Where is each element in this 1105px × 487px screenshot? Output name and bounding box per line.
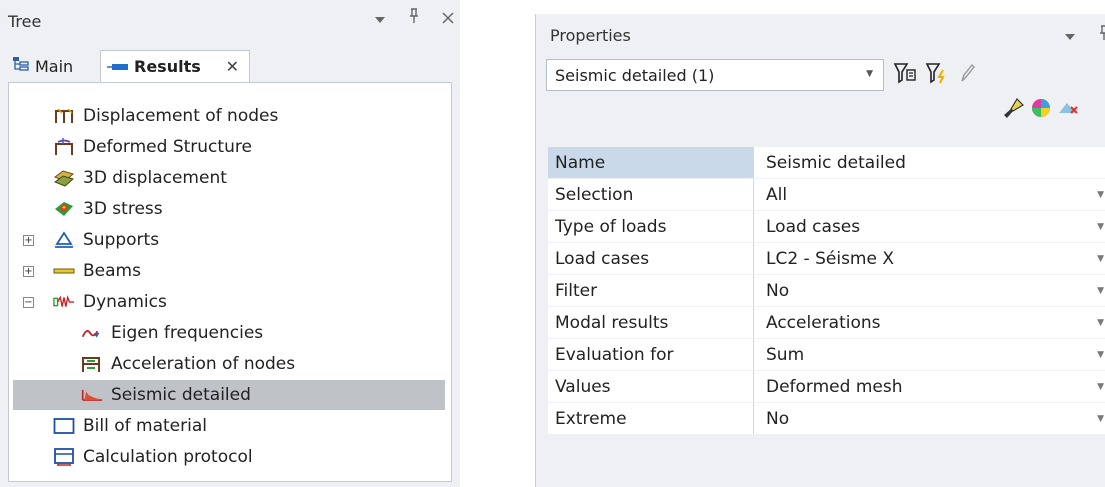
tab-main-label: Main — [35, 56, 74, 76]
tree-node-3d-stress[interactable]: 3D stress — [9, 194, 449, 224]
tree-node-dynamics[interactable]: − Dynamics — [9, 287, 449, 317]
eigen-frequencies-icon — [81, 324, 103, 342]
property-value[interactable]: All ▼ — [754, 179, 1105, 210]
properties-panel: Properties Seismic detailed (1) ▼ Name S… — [535, 14, 1105, 487]
beams-icon — [53, 262, 75, 280]
tree-panel-title: Tree — [8, 12, 42, 31]
dynamics-icon — [53, 293, 75, 311]
chevron-down-icon[interactable]: ▼ — [1097, 382, 1104, 392]
tree-view: Displacement of nodes Deformed Structure… — [8, 82, 452, 482]
property-row-filter[interactable]: Filter No ▼ — [548, 275, 1105, 306]
property-value[interactable]: No ▼ — [754, 275, 1105, 306]
property-name: Evaluation for — [548, 339, 754, 370]
property-value[interactable]: No ▼ — [754, 403, 1105, 434]
properties-panel-title: Properties — [550, 26, 631, 45]
property-name: Type of loads — [548, 211, 754, 242]
displacement-nodes-icon — [53, 107, 75, 125]
bill-of-material-icon — [53, 417, 75, 435]
chevron-down-icon[interactable]: ▼ — [1097, 414, 1104, 424]
chevron-down-icon[interactable]: ▼ — [1097, 190, 1104, 200]
tree-node-seismic-detailed[interactable]: Seismic detailed — [9, 380, 449, 410]
property-value[interactable]: Load cases ▼ — [754, 211, 1105, 242]
panel-menu-dropdown-icon[interactable] — [370, 9, 390, 28]
tree-node-calculation-protocol[interactable]: Calculation protocol — [9, 442, 449, 472]
tree-tabs: Main Results ✕ — [8, 50, 452, 82]
property-row-extreme[interactable]: Extreme No ▼ — [548, 403, 1105, 434]
tab-main[interactable]: Main — [8, 50, 96, 82]
tree-panel-controls — [370, 8, 458, 28]
tree-node-acceleration-of-nodes[interactable]: Acceleration of nodes — [9, 349, 449, 379]
pin-icon[interactable] — [1094, 25, 1105, 45]
property-name: Modal results — [548, 307, 754, 338]
property-row-modal-results[interactable]: Modal results Accelerations ▼ — [548, 307, 1105, 338]
object-selector-combo[interactable]: Seismic detailed (1) ▼ — [546, 59, 884, 91]
chevron-down-icon[interactable]: ▼ — [1097, 254, 1104, 264]
tree-panel: Tree Main Results ✕ Displacement of node… — [0, 0, 460, 487]
property-name: Name — [548, 147, 754, 178]
property-value[interactable]: Sum ▼ — [754, 339, 1105, 370]
pencil-icon[interactable] — [954, 61, 980, 85]
filter-icon[interactable] — [892, 61, 918, 85]
3d-displacement-icon — [53, 169, 75, 187]
property-name: Filter — [548, 275, 754, 306]
tab-results[interactable]: Results ✕ — [100, 50, 250, 82]
filter-lightning-icon[interactable] — [924, 61, 950, 85]
color-palette-icon[interactable] — [1028, 96, 1054, 120]
expand-icon[interactable]: + — [23, 235, 34, 246]
property-row-evaluation-for[interactable]: Evaluation for Sum ▼ — [548, 339, 1105, 370]
tree-node-supports[interactable]: + Supports — [9, 225, 449, 255]
property-row-name[interactable]: Name Seismic detailed — [548, 147, 1105, 178]
object-selector-value: Seismic detailed (1) — [555, 65, 715, 85]
property-name: Load cases — [548, 243, 754, 274]
tree-icon — [12, 56, 30, 76]
brush-icon[interactable] — [1000, 96, 1026, 120]
tab-results-label: Results — [134, 57, 201, 76]
supports-icon — [53, 231, 75, 249]
tree-node-beams[interactable]: + Beams — [9, 256, 449, 286]
property-row-load-cases[interactable]: Load cases LC2 - Séisme X ▼ — [548, 243, 1105, 274]
clear-color-icon[interactable] — [1056, 96, 1082, 120]
properties-panel-controls — [1060, 25, 1105, 45]
seismic-icon — [81, 386, 103, 404]
chevron-down-icon: ▼ — [866, 69, 873, 79]
tree-node-bill-of-material[interactable]: Bill of material — [9, 411, 449, 441]
tree-node-eigen-frequencies[interactable]: Eigen frequencies — [9, 318, 449, 348]
property-name: Values — [548, 371, 754, 402]
tree-node-deformed-structure[interactable]: Deformed Structure — [9, 132, 449, 162]
chevron-down-icon[interactable]: ▼ — [1097, 222, 1104, 232]
property-value[interactable]: LC2 - Séisme X ▼ — [754, 243, 1105, 274]
tab-close-icon[interactable]: ✕ — [226, 57, 239, 76]
property-value[interactable]: Seismic detailed — [754, 147, 1105, 178]
tree-node-3d-displacement[interactable]: 3D displacement — [9, 163, 449, 193]
results-icon — [107, 57, 129, 76]
expand-icon[interactable]: + — [23, 266, 34, 277]
calculation-protocol-icon — [53, 448, 75, 466]
property-name: Extreme — [548, 403, 754, 434]
chevron-down-icon[interactable]: ▼ — [1097, 286, 1104, 296]
acceleration-nodes-icon — [81, 355, 103, 373]
property-value[interactable]: Accelerations ▼ — [754, 307, 1105, 338]
chevron-down-icon[interactable]: ▼ — [1097, 318, 1104, 328]
property-name: Selection — [548, 179, 754, 210]
chevron-down-icon[interactable]: ▼ — [1097, 350, 1104, 360]
property-row-type-of-loads[interactable]: Type of loads Load cases ▼ — [548, 211, 1105, 242]
pin-icon[interactable] — [404, 8, 424, 28]
property-row-selection[interactable]: Selection All ▼ — [548, 179, 1105, 210]
deformed-structure-icon — [53, 138, 75, 156]
property-row-values[interactable]: Values Deformed mesh ▼ — [548, 371, 1105, 402]
collapse-icon[interactable]: − — [23, 297, 34, 308]
close-icon[interactable] — [438, 9, 458, 28]
property-value[interactable]: Deformed mesh ▼ — [754, 371, 1105, 402]
3d-stress-icon — [53, 200, 75, 218]
tree-node-displacement-of-nodes[interactable]: Displacement of nodes — [9, 101, 449, 131]
panel-menu-dropdown-icon[interactable] — [1060, 26, 1080, 45]
